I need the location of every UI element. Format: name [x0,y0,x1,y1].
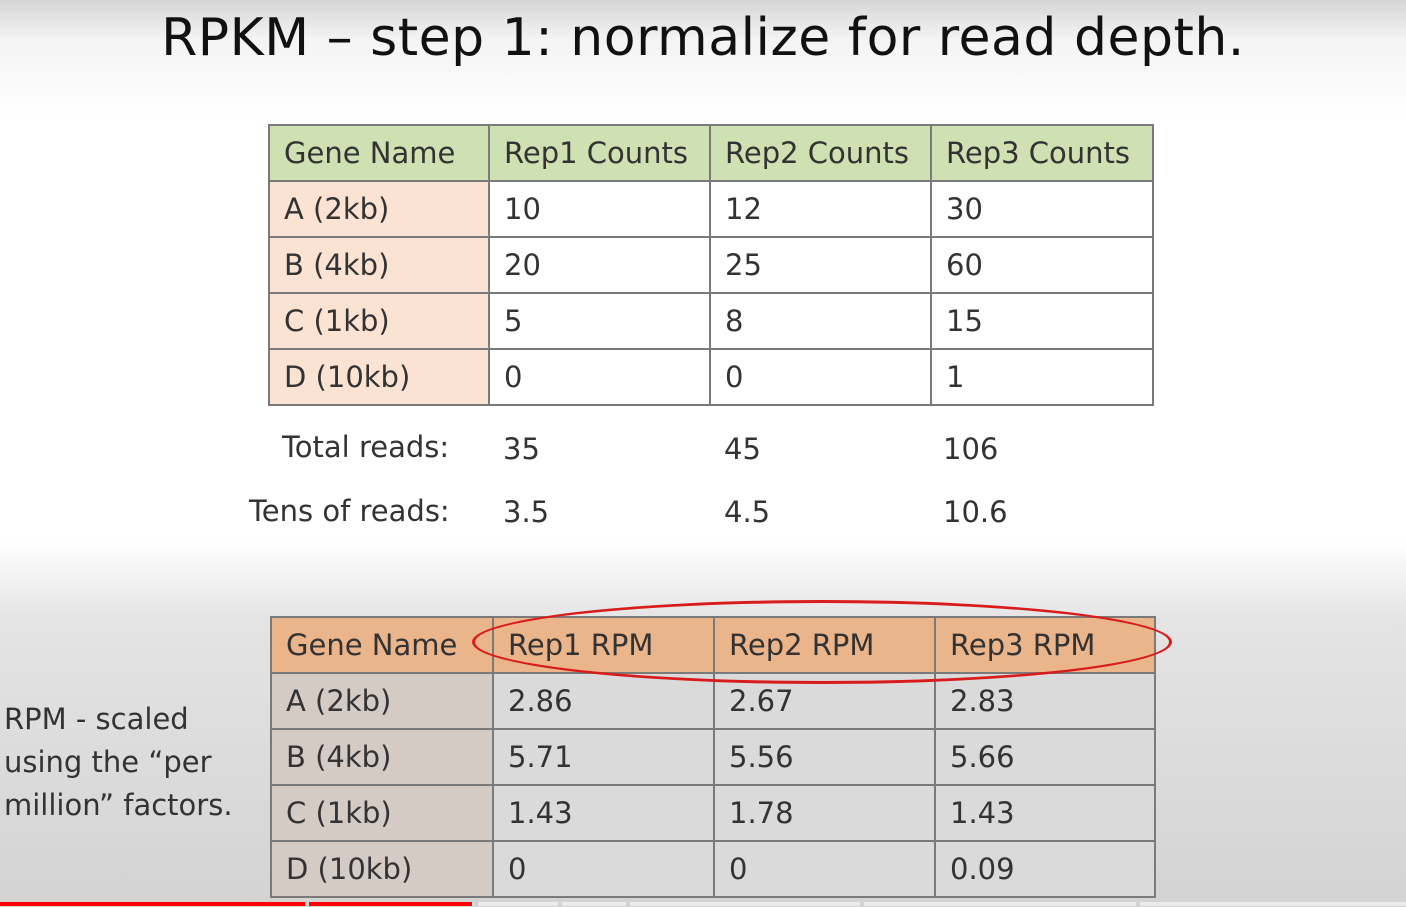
table-cell: 12 [709,180,932,238]
table-cell: 1 [930,348,1154,406]
table-cell: 0 [713,840,936,898]
table-cell: 30 [930,180,1154,238]
table-cell: 2.86 [492,672,715,730]
side-note-line: RPM - scaled [4,702,189,736]
gene-name-cell: D (10kb) [270,840,494,898]
table-cell: 1.43 [492,784,715,842]
rpm-side-note: RPM - scaled using the “per million” fac… [4,698,233,827]
table-cell: 15 [930,292,1154,350]
progress-played [0,902,473,906]
table-row: B (4kb) 5.71 5.56 5.66 [270,728,1156,786]
video-progress-bar[interactable] [0,899,1406,907]
total-reads-value: 45 [724,432,761,466]
table-cell: 0.09 [934,840,1156,898]
table-cell: 5.66 [934,728,1156,786]
table-cell: 1.43 [934,784,1156,842]
column-header: Gene Name [270,616,494,674]
table-row: D (10kb) 0 0 0.09 [270,840,1156,898]
tens-of-reads-value: 10.6 [943,495,1008,529]
table-cell: 5.71 [492,728,715,786]
table-row: C (1kb) 1.43 1.78 1.43 [270,784,1156,842]
chapter-marker [305,901,309,907]
slide-title: RPKM – step 1: normalize for read depth. [161,8,1245,68]
table-cell: 2.83 [934,672,1156,730]
counts-table: Gene Name Rep1 Counts Rep2 Counts Rep3 C… [268,124,1154,406]
chapter-marker [474,901,478,907]
column-header: Rep1 Counts [488,124,711,182]
gene-name-cell: B (4kb) [268,236,490,294]
chapter-marker [1136,901,1140,907]
chapter-marker [860,901,864,907]
total-reads-label: Total reads: [282,430,450,464]
table-row: C (1kb) 5 8 15 [268,292,1154,350]
gene-name-cell: A (2kb) [270,672,494,730]
red-highlight-circle [472,600,1172,684]
gene-name-cell: A (2kb) [268,180,490,238]
chapter-marker [558,901,562,907]
table-cell: 8 [709,292,932,350]
side-note-line: million” factors. [4,788,233,822]
table-cell: 10 [488,180,711,238]
column-header: Gene Name [268,124,490,182]
tens-of-reads-value: 4.5 [724,495,771,529]
table-cell: 25 [709,236,932,294]
side-note-line: using the “per [4,745,212,779]
table-cell: 0 [709,348,932,406]
table-cell: 0 [488,348,711,406]
column-header: Rep3 Counts [930,124,1154,182]
gene-name-cell: C (1kb) [268,292,490,350]
gene-name-cell: C (1kb) [270,784,494,842]
table-cell: 60 [930,236,1154,294]
table-cell: 20 [488,236,711,294]
total-reads-value: 106 [943,432,999,466]
gene-name-cell: B (4kb) [270,728,494,786]
table-cell: 5 [488,292,711,350]
table-cell: 1.78 [713,784,936,842]
table-row: D (10kb) 0 0 1 [268,348,1154,406]
tens-of-reads-label: Tens of reads: [249,494,450,528]
column-header: Rep2 Counts [709,124,932,182]
table-row: A (2kb) 10 12 30 [268,180,1154,238]
table-header-row: Gene Name Rep1 Counts Rep2 Counts Rep3 C… [268,124,1154,182]
gene-name-cell: D (10kb) [268,348,490,406]
table-cell: 0 [492,840,715,898]
total-reads-value: 35 [503,432,540,466]
table-row: B (4kb) 20 25 60 [268,236,1154,294]
tens-of-reads-value: 3.5 [503,495,550,529]
table-cell: 5.56 [713,728,936,786]
chapter-marker [626,901,630,907]
